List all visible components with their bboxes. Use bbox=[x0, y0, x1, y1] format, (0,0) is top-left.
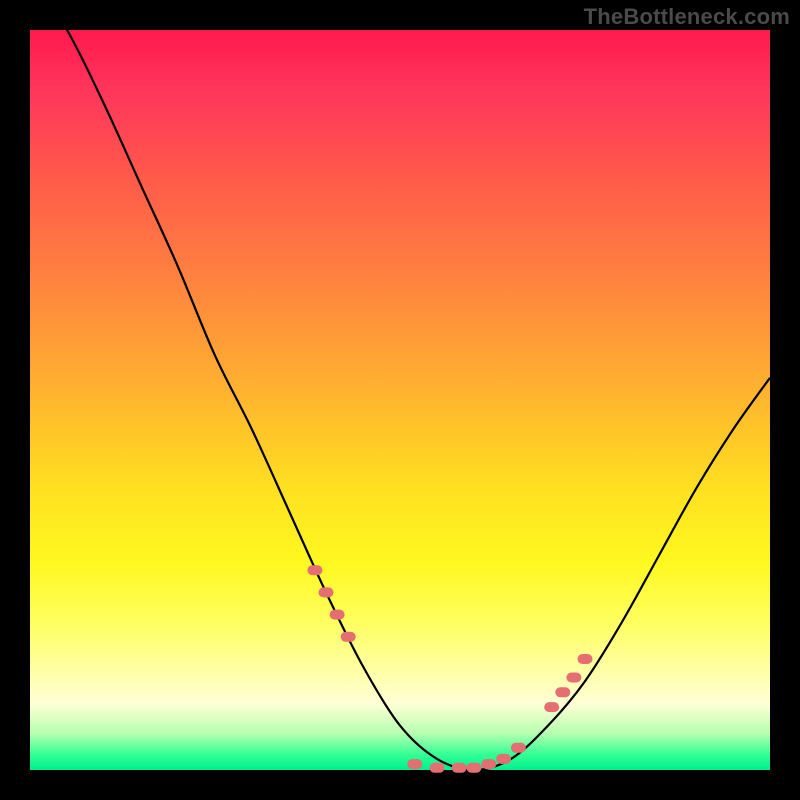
highlight-dot bbox=[496, 754, 511, 764]
highlight-dot bbox=[430, 763, 445, 773]
highlight-dot bbox=[544, 702, 559, 712]
highlight-dot bbox=[341, 632, 356, 642]
watermark-text: TheBottleneck.com bbox=[584, 4, 790, 30]
chart-svg bbox=[30, 30, 770, 770]
highlight-dot bbox=[407, 759, 422, 769]
highlight-dot bbox=[481, 759, 496, 769]
chart-frame: TheBottleneck.com bbox=[0, 0, 800, 800]
bottleneck-curve bbox=[30, 0, 770, 770]
highlight-dot bbox=[555, 687, 570, 697]
highlight-dot bbox=[452, 763, 467, 773]
highlight-dot bbox=[319, 587, 334, 597]
highlight-dot bbox=[307, 565, 322, 575]
highlight-dot bbox=[330, 610, 345, 620]
highlight-dots bbox=[307, 565, 592, 773]
highlight-dot bbox=[578, 654, 593, 664]
highlight-dot bbox=[566, 673, 581, 683]
highlight-dot bbox=[511, 743, 526, 753]
plot-area bbox=[30, 30, 770, 770]
highlight-dot bbox=[467, 763, 482, 773]
